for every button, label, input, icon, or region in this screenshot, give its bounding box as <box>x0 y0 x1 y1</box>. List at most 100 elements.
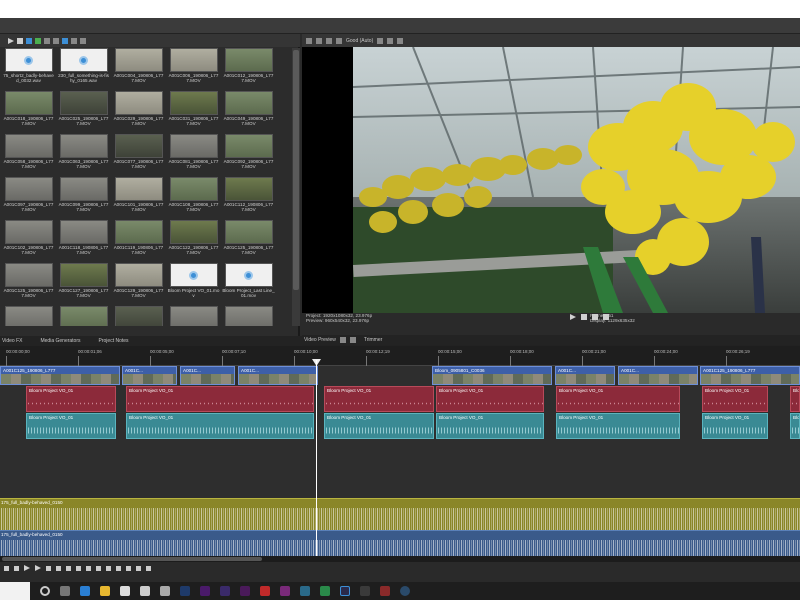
pause-icon[interactable] <box>46 565 51 571</box>
media-thumbnail[interactable]: A001C097_190806_L777.MOV <box>2 177 55 219</box>
media-thumbnail[interactable] <box>222 306 275 326</box>
delete-icon[interactable] <box>44 37 50 44</box>
media-thumbnail[interactable]: A001C031_190806_L777.MOV <box>167 91 220 133</box>
file-explorer-icon[interactable] <box>100 586 110 596</box>
snapping-icon[interactable] <box>116 565 121 571</box>
tab-close-icon[interactable] <box>349 337 356 343</box>
tab-close-icon[interactable] <box>339 337 346 343</box>
vo-audio-clip[interactable]: Bloom Project VO_01 <box>26 386 116 412</box>
vo-audio-clip[interactable]: Bloom Project VO_01 <box>126 386 314 412</box>
overlays-icon[interactable] <box>336 37 342 44</box>
media-thumbnail[interactable]: A001C099_190806_L777.MOV <box>57 177 110 219</box>
edge-icon[interactable] <box>80 586 90 596</box>
media-thumbnail[interactable]: A001C081_190806_L777.MOV <box>167 134 220 176</box>
vo-audio-clip[interactable]: Bloom Project VO_01 <box>790 413 800 439</box>
photoshop-icon[interactable] <box>180 586 190 596</box>
media-thumbnail[interactable]: A001C118_190806_L777.MOV <box>57 220 110 262</box>
media-thumbnail[interactable]: A001C029_190806_L777.MOV <box>112 91 165 133</box>
app-icon-2[interactable] <box>320 586 330 596</box>
auto-ripple-icon[interactable] <box>126 565 131 571</box>
video-clip[interactable]: A001C... <box>122 366 177 385</box>
media-thumbnail[interactable]: 75_short2_badly-behaved_0032.wav <box>2 48 55 90</box>
media-thumbnail[interactable]: A001C049_190806_L777.MOV <box>222 91 275 133</box>
normal-edit-tool-icon[interactable] <box>106 565 111 571</box>
video-clip[interactable]: A001C... <box>555 366 615 385</box>
vo-audio-clip[interactable]: Bloom Project VO_01 <box>790 386 800 412</box>
search-icon[interactable] <box>62 37 68 44</box>
store-icon[interactable] <box>120 586 130 596</box>
mail-icon[interactable] <box>140 586 150 596</box>
loop-icon[interactable] <box>14 565 19 571</box>
video-clip[interactable]: A001C125_190806_L777 <box>700 366 800 385</box>
media-vertical-scrollbar[interactable] <box>292 48 300 326</box>
media-thumbnail[interactable]: Bloom Project_Last Line_01.mov <box>222 263 275 305</box>
fx-icon[interactable] <box>326 37 332 44</box>
stop-icon[interactable] <box>17 37 23 44</box>
preview-pause-icon[interactable] <box>581 314 587 320</box>
play-from-start-icon[interactable] <box>24 565 30 571</box>
vo-audio-clip[interactable]: Bloom Project VO_01 <box>436 386 544 412</box>
go-to-end-icon[interactable] <box>76 565 81 571</box>
media-thumbnail[interactable]: A001C063_190806_L777.MOV <box>57 134 110 176</box>
vo-audio-clip[interactable]: Bloom Project VO_01 <box>126 413 314 439</box>
stop-icon[interactable] <box>56 565 61 571</box>
lock-envelopes-icon[interactable] <box>136 565 141 571</box>
vo-audio-clip[interactable]: Bloom Project VO_01 <box>26 413 116 439</box>
preview-quality-dropdown[interactable]: Good (Auto) <box>346 38 373 44</box>
playhead-cursor[interactable] <box>316 360 317 556</box>
next-frame-icon[interactable] <box>96 565 101 571</box>
scrollbar-thumb[interactable] <box>2 557 262 561</box>
media-thumbnail[interactable]: A001C025_190806_L777.MOV <box>57 91 110 133</box>
prev-frame-icon[interactable] <box>86 565 91 571</box>
vo-audio-clip[interactable]: Bloom Project VO_01 <box>324 413 434 439</box>
app-icon-3[interactable] <box>360 586 370 596</box>
grid-icon[interactable] <box>377 37 384 44</box>
media-thumbnail[interactable] <box>57 306 110 326</box>
media-thumbnail[interactable]: A001C018_190806_L777.MOV <box>2 91 55 133</box>
media-thumbnail[interactable]: A001C004_190806_L777.MOV <box>112 48 165 90</box>
tab-trimmer[interactable]: Trimmer <box>364 337 382 343</box>
media-thumbnail[interactable] <box>112 306 165 326</box>
media-app-icon[interactable] <box>260 586 270 596</box>
tab-media-generators[interactable]: Media Generators <box>40 338 80 344</box>
media-thumbnail[interactable]: Bloom Project VO_01.mov <box>167 263 220 305</box>
app-icon-4[interactable] <box>380 586 390 596</box>
media-thumbnail[interactable]: A001C006_190806_L777.MOV <box>167 48 220 90</box>
video-clip[interactable]: A001C... <box>180 366 235 385</box>
media-thumbnail[interactable]: A001C112_190806_L777.MOV <box>222 177 275 219</box>
media-thumbnail[interactable]: A001C102_190806_L777.MOV <box>2 220 55 262</box>
calculator-icon[interactable] <box>160 586 170 596</box>
media-thumbnail[interactable]: A001C108_190806_L777.MOV <box>167 177 220 219</box>
adobe-app-icon[interactable] <box>240 586 250 596</box>
tab-video-fx[interactable]: Video FX <box>2 338 22 344</box>
media-thumbnail[interactable]: A001C012_190806_L777.MOV <box>222 48 275 90</box>
after-effects-icon[interactable] <box>220 586 230 596</box>
media-thumbnail[interactable]: A001C058_190806_L777.MOV <box>2 134 55 176</box>
app-icon-5[interactable] <box>400 586 410 596</box>
video-clip[interactable]: Bloom_0905801_C0036 <box>432 366 552 385</box>
media-thumbnail[interactable]: A001C077_190806_L777.MOV <box>112 134 165 176</box>
vo-audio-clip[interactable]: Bloom Project VO_01 <box>702 413 768 439</box>
vo-audio-clip[interactable]: Bloom Project VO_01 <box>436 413 544 439</box>
view-options-icon[interactable] <box>53 37 59 44</box>
import-media-icon[interactable] <box>26 37 32 44</box>
video-clip[interactable]: A001C125_190806_L777 <box>0 366 120 385</box>
gear-icon[interactable] <box>306 37 312 44</box>
vegas-pro-icon[interactable] <box>340 586 350 596</box>
media-thumbnail[interactable]: A001C125_190806_L777.MOV <box>222 220 275 262</box>
cortana-icon[interactable] <box>40 586 50 596</box>
task-view-icon[interactable] <box>60 586 70 596</box>
premiere-icon[interactable] <box>200 586 210 596</box>
tab-project-notes[interactable]: Project Notes <box>99 338 129 344</box>
media-thumbnail[interactable]: A001C129_190806_L777.MOV <box>112 263 165 305</box>
media-fx-icon[interactable] <box>80 37 86 44</box>
media-thumbnail[interactable]: A001C122_190806_L777.MOV <box>167 220 220 262</box>
video-clip[interactable]: A001C... <box>618 366 698 385</box>
media-thumbnail[interactable]: A001C101_190806_L777.MOV <box>112 177 165 219</box>
vo-audio-clip[interactable]: Bloom Project VO_01 <box>556 386 680 412</box>
media-thumbnail[interactable] <box>2 306 55 326</box>
scrollbar-thumb[interactable] <box>293 50 299 290</box>
vo-audio-clip[interactable]: Bloom Project VO_01 <box>324 386 434 412</box>
audition-icon[interactable] <box>280 586 290 596</box>
preview-play-icon[interactable] <box>570 314 576 320</box>
